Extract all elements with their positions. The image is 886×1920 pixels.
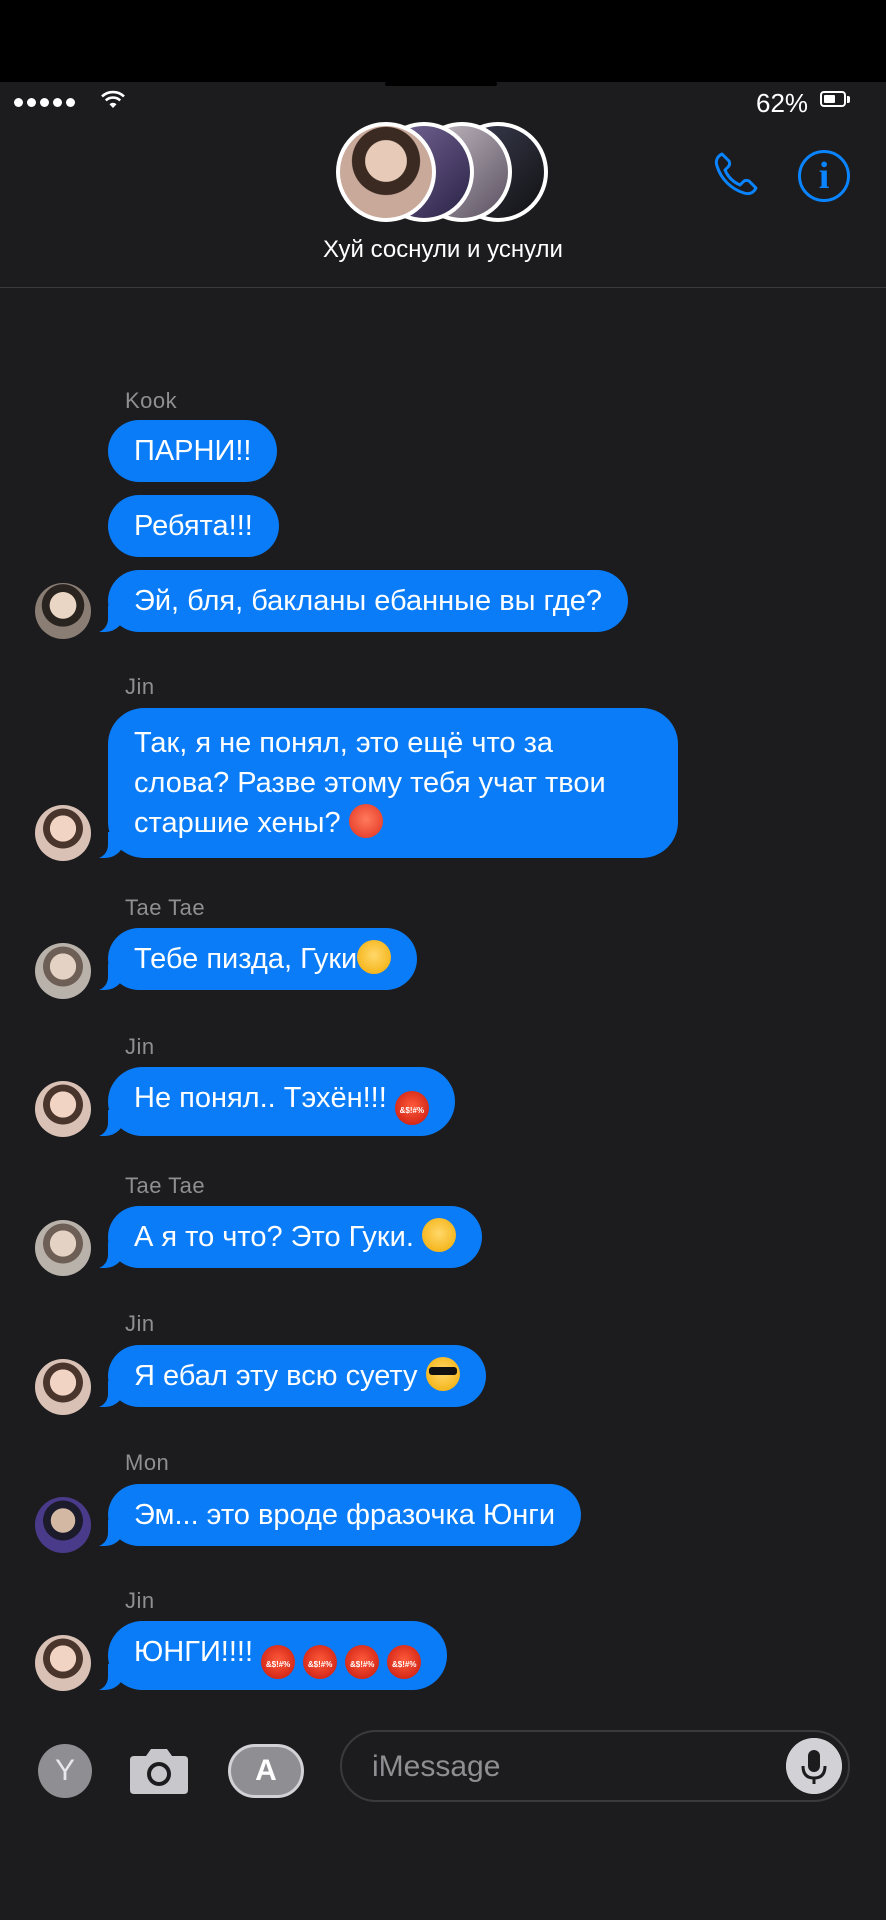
avatar[interactable] <box>35 1220 91 1276</box>
message-text: Я ебал эту всю суету <box>134 1360 426 1392</box>
avatar[interactable] <box>35 1359 91 1415</box>
message-text: Тебе пизда, Гуки <box>134 943 358 975</box>
message-bubble[interactable]: Я ебал эту всю суету <box>88 1345 486 1408</box>
wifi-icon <box>101 90 125 108</box>
message-text: ЮНГИ!!!! <box>134 1636 262 1668</box>
message-input-placeholder: iMessage <box>372 1750 501 1783</box>
sender-name: Mon <box>125 1450 170 1475</box>
message-bubble[interactable]: Эм... это вроде фразочка Юнги <box>87 1484 582 1547</box>
camera-icon[interactable] <box>128 1744 190 1796</box>
group-avatars[interactable] <box>336 122 548 226</box>
sender-name: Tae Tae <box>125 1173 206 1198</box>
sender-name: Jin <box>125 674 155 699</box>
sunglasses-face-icon <box>425 1357 460 1391</box>
cursing-face-icon: &$!#% <box>345 1645 380 1679</box>
message-bubble[interactable]: Так, я не понял, это ещё что за слова? Р… <box>88 708 678 859</box>
message-bubble[interactable]: Ребята!!! <box>108 495 279 557</box>
sender-name: Jin <box>125 1034 155 1059</box>
avatar[interactable] <box>35 805 91 861</box>
raised-eyebrow-icon <box>421 1218 456 1252</box>
message-bubble[interactable]: ЮНГИ!!!! &$!#% &$!#% &$!#% &$!#% <box>87 1621 448 1691</box>
info-icon[interactable]: i <box>798 150 850 202</box>
cursing-face-icon: &$!#% <box>303 1645 338 1679</box>
message-bubble[interactable]: А я то что? Это Гуки. <box>88 1206 482 1269</box>
message-bubble[interactable]: Не понял.. Тэхён!!! &$!#% <box>88 1067 455 1137</box>
sender-name: Kook <box>125 388 178 413</box>
phone-icon[interactable] <box>708 146 764 202</box>
avatar[interactable] <box>35 1635 91 1691</box>
sender-name: Jin <box>125 1588 155 1613</box>
app-store-icon[interactable]: A <box>228 1744 304 1798</box>
sender-name: Jin <box>125 1311 155 1336</box>
avatar[interactable] <box>35 943 91 999</box>
y-app-button[interactable]: Y <box>38 1744 92 1798</box>
message-bubble[interactable]: Тебе пизда, Гуки <box>87 928 418 991</box>
avatar[interactable] <box>35 583 91 639</box>
avatar[interactable] <box>35 1497 91 1553</box>
cursing-face-icon: &$!#% <box>261 1645 296 1679</box>
input-bar: Y A iMessage <box>0 1710 886 1820</box>
status-bar: 62% <box>0 82 886 122</box>
avatar[interactable] <box>35 1081 91 1137</box>
angry-face-icon <box>348 804 383 838</box>
battery-percent: 62% <box>756 88 809 118</box>
chat-title[interactable]: Хуй соснули и уснули <box>0 236 886 264</box>
battery-icon <box>820 91 846 107</box>
message-bubble[interactable]: Эй, бля, бакланы ебанные вы где? <box>88 570 628 633</box>
cursing-face-icon: &$!#% <box>387 1645 422 1679</box>
tears-of-joy-icon <box>357 940 392 974</box>
cursing-face-icon: &$!#% <box>394 1091 429 1125</box>
message-text: Не понял.. Тэхён!!! <box>134 1082 395 1114</box>
chat-header: Хуй соснули и уснули i <box>0 122 886 288</box>
sender-name: Tae Tae <box>125 895 206 920</box>
avatar <box>336 122 436 222</box>
message-input[interactable]: iMessage <box>340 1730 850 1802</box>
message-bubble[interactable]: ПАРНИ!! <box>108 420 278 482</box>
signal-icon <box>14 98 75 107</box>
message-text: А я то что? Это Гуки. <box>134 1221 422 1253</box>
mic-icon[interactable] <box>786 1738 842 1794</box>
